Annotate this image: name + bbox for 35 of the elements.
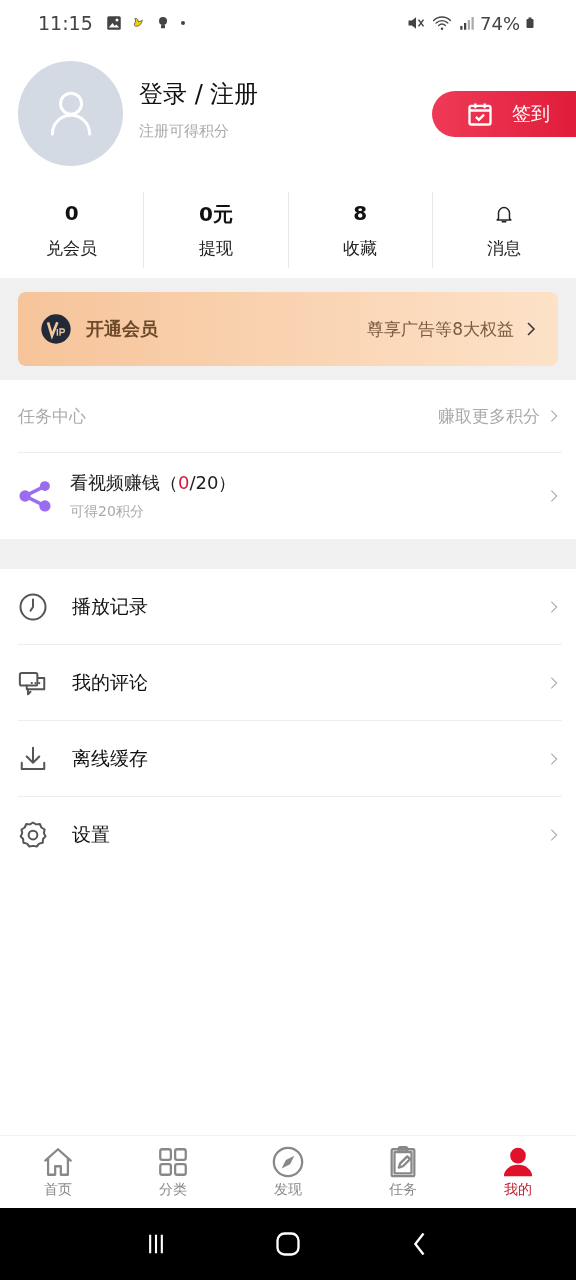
image-icon xyxy=(104,14,123,32)
stat-item[interactable]: 0元 提现 xyxy=(144,192,289,268)
task-reward: 可得20积分 xyxy=(70,503,144,521)
vip-benefits: 尊享广告等8大权益 xyxy=(367,317,514,341)
settings-icon xyxy=(18,819,48,850)
menu-item[interactable]: 设置 xyxy=(18,797,562,872)
battery-percent: 74% xyxy=(480,12,520,34)
stat-item[interactable]: 0 兑会员 xyxy=(0,192,145,268)
share-icon xyxy=(18,479,52,513)
nav-tab[interactable]: 我的 xyxy=(460,1136,576,1208)
checkin-button[interactable]: 签到 xyxy=(432,91,576,137)
wifi-icon xyxy=(430,13,454,33)
vip-banner[interactable]: 开通会员 尊享广告等8大权益 xyxy=(18,292,558,366)
clock-time: 11:15 xyxy=(38,12,93,34)
task-title: 看视频赚钱（0/20） xyxy=(70,471,237,495)
stat-item[interactable]: 8 收藏 xyxy=(288,192,433,268)
nav-tab[interactable]: 任务 xyxy=(345,1136,461,1208)
home-button-icon[interactable] xyxy=(274,1230,302,1258)
vip-title: 开通会员 xyxy=(86,317,158,341)
vip-badge-icon xyxy=(40,313,72,345)
dot-icon xyxy=(178,19,187,27)
compass-icon xyxy=(271,1145,305,1179)
menu-item[interactable]: 离线缓存 xyxy=(18,721,562,797)
section-title: 任务中心 xyxy=(18,404,86,428)
nav-tab[interactable]: 发现 xyxy=(230,1136,346,1208)
task-row[interactable]: 看视频赚钱（0/20） 可得20积分 xyxy=(18,453,562,539)
nav-tab[interactable]: 分类 xyxy=(115,1136,231,1208)
login-hint: 注册可得积分 xyxy=(139,121,229,141)
menu-item[interactable]: 播放记录 xyxy=(18,569,562,645)
clock-icon xyxy=(18,591,48,622)
signal-icon xyxy=(458,14,476,32)
stat-item[interactable]: 消息 xyxy=(432,192,576,268)
menu-item[interactable]: 我的评论 xyxy=(18,645,562,721)
nav-tab[interactable]: 首页 xyxy=(0,1136,116,1208)
login-link[interactable]: 登录 / 注册 xyxy=(139,77,259,110)
